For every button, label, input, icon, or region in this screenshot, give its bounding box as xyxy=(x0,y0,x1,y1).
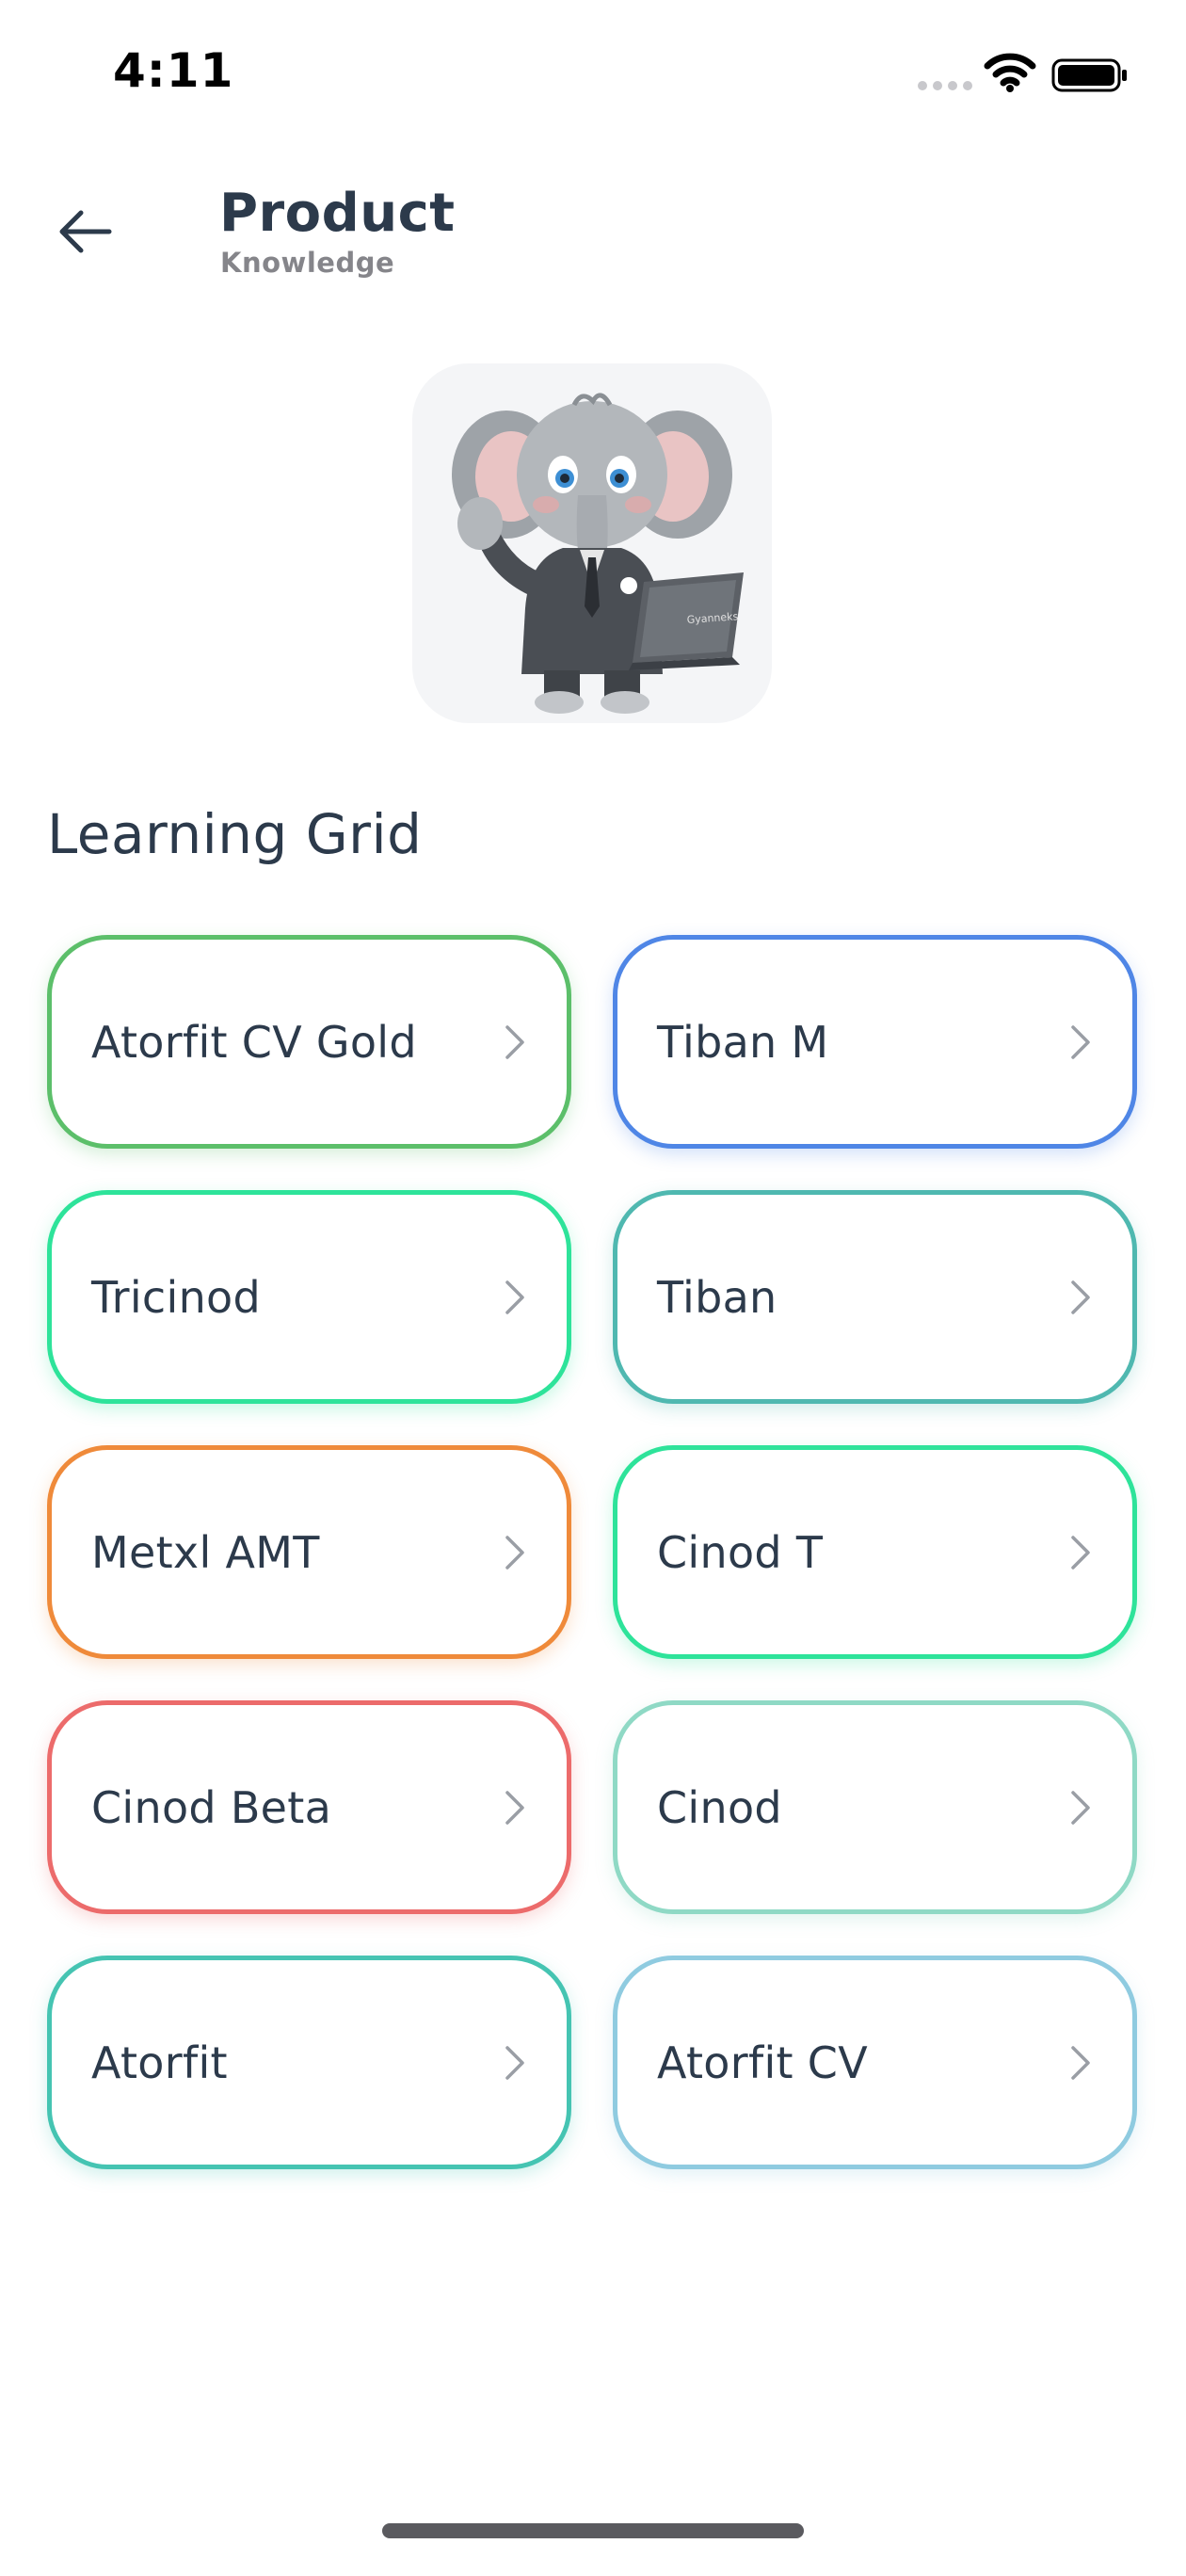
wifi-icon xyxy=(984,53,1036,92)
home-indicator[interactable] xyxy=(382,2523,804,2538)
grid-item-label: Atorfit xyxy=(91,2037,228,2088)
grid-item-9[interactable]: Atorfit CV xyxy=(613,1956,1137,2169)
grid-item-0[interactable]: Atorfit CV Gold xyxy=(47,935,571,1149)
chevron-right-icon xyxy=(503,1534,527,1571)
chevron-right-icon xyxy=(1068,2044,1093,2082)
status-bar: 4:11 xyxy=(0,0,1186,151)
grid-item-4[interactable]: Metxl AMT xyxy=(47,1445,571,1659)
grid-item-label: Cinod xyxy=(657,1781,782,1833)
grid-item-label: Metxl AMT xyxy=(91,1526,320,1578)
chevron-right-icon xyxy=(503,1023,527,1061)
section-title: Learning Grid xyxy=(47,802,423,866)
chevron-right-icon xyxy=(503,1789,527,1827)
signal-icon xyxy=(918,81,972,92)
learning-grid: Atorfit CV Gold Tiban M Tricinod Tiban M… xyxy=(47,935,1139,2169)
arrow-left-icon xyxy=(59,210,112,253)
mascot-image: Gyanneks xyxy=(412,363,772,723)
grid-item-label: Atorfit CV Gold xyxy=(91,1016,417,1068)
back-button[interactable] xyxy=(47,194,122,269)
chevron-right-icon xyxy=(1068,1789,1093,1827)
grid-item-1[interactable]: Tiban M xyxy=(613,935,1137,1149)
grid-item-label: Tiban M xyxy=(657,1016,829,1068)
chevron-right-icon xyxy=(1068,1534,1093,1571)
grid-item-label: Tricinod xyxy=(91,1271,261,1323)
grid-item-5[interactable]: Cinod T xyxy=(613,1445,1137,1659)
grid-item-7[interactable]: Cinod xyxy=(613,1700,1137,1914)
chevron-right-icon xyxy=(1068,1023,1093,1061)
grid-item-label: Tiban xyxy=(657,1271,777,1323)
battery-icon xyxy=(1051,58,1129,92)
chevron-right-icon xyxy=(1068,1279,1093,1316)
page-title: Product xyxy=(219,183,456,244)
grid-item-3[interactable]: Tiban xyxy=(613,1190,1137,1404)
grid-item-2[interactable]: Tricinod xyxy=(47,1190,571,1404)
grid-item-label: Cinod T xyxy=(657,1526,824,1578)
grid-item-6[interactable]: Cinod Beta xyxy=(47,1700,571,1914)
page-subtitle: Knowledge xyxy=(220,247,395,279)
grid-item-8[interactable]: Atorfit xyxy=(47,1956,571,2169)
grid-item-label: Cinod Beta xyxy=(91,1781,332,1833)
status-time: 4:11 xyxy=(113,43,234,98)
header: Product Knowledge xyxy=(0,169,1186,311)
grid-item-label: Atorfit CV xyxy=(657,2037,868,2088)
chevron-right-icon xyxy=(503,2044,527,2082)
chevron-right-icon xyxy=(503,1279,527,1316)
